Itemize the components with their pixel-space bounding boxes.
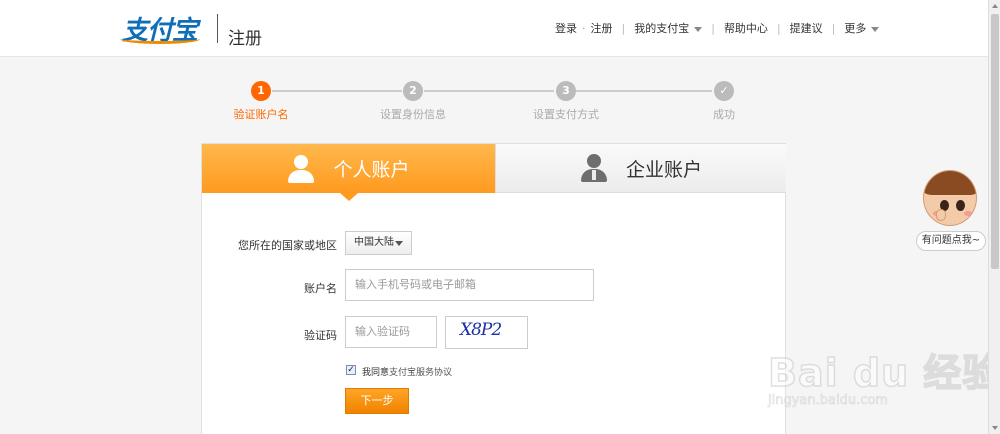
- watermark-main-text: Bai du 经验: [767, 350, 1000, 396]
- help-avatar-icon: [923, 170, 977, 226]
- agreement-link[interactable]: 支付宝服务协议: [389, 368, 452, 378]
- alipay-logo[interactable]: 支付宝: [120, 12, 200, 46]
- country-select-value: 中国大陆: [354, 237, 394, 248]
- captcha-image-text: X8P2: [460, 320, 502, 340]
- nav-separator: |: [621, 21, 626, 35]
- chevron-down-icon: [694, 26, 703, 32]
- step-connector: [272, 90, 402, 92]
- nav-my-alipay-menu[interactable]: 我的支付宝: [634, 20, 703, 36]
- logo-divider: [217, 14, 218, 43]
- chevron-down-icon: [871, 26, 880, 32]
- agree-prefix: 我同意: [362, 368, 390, 378]
- page-title: 注册: [228, 29, 262, 49]
- nav-separator: |: [831, 21, 836, 35]
- nav-separator: |: [776, 21, 781, 35]
- step-2-label: 设置身份信息: [380, 108, 446, 121]
- account-label: 账户名: [304, 282, 337, 295]
- nav-register-link[interactable]: 注册: [591, 20, 613, 36]
- progress-steps: 1 2 3 ✓ 验证账户名 设置身份信息 设置支付方式 成功: [0, 78, 1000, 128]
- active-tab-pointer: [340, 193, 358, 201]
- top-nav: 登录 · 注册 | 我的支付宝 | 帮助中心 | 提建议 | 更多: [555, 20, 880, 36]
- nav-suggest-link[interactable]: 提建议: [790, 20, 823, 36]
- tab-personal-account[interactable]: 个人账户: [202, 144, 495, 193]
- step-1-circle: 1: [251, 81, 271, 101]
- agree-text: 我同意支付宝服务协议: [362, 365, 452, 378]
- step-1-label: 验证账户名: [233, 108, 289, 121]
- vertical-scrollbar[interactable]: [988, 0, 1000, 434]
- nav-more-menu[interactable]: 更多: [844, 20, 880, 36]
- tab-company-label: 企业账户: [625, 158, 702, 181]
- step-2-circle: 2: [403, 81, 423, 101]
- captcha-label: 验证码: [304, 329, 337, 342]
- country-select[interactable]: 中国大陆: [345, 231, 412, 255]
- tab-personal-label: 个人账户: [333, 159, 410, 181]
- step-connector: [424, 90, 554, 92]
- nav-help-center-link[interactable]: 帮助中心: [724, 20, 768, 36]
- nav-more-label: 更多: [844, 22, 867, 35]
- baidu-jingyan-watermark: Bai du 经验 jingyan.baidu.com: [767, 330, 1000, 420]
- nav-login-link[interactable]: 登录: [555, 20, 577, 36]
- step-3-circle: 3: [556, 81, 576, 101]
- next-step-button[interactable]: 下一步: [345, 388, 409, 414]
- account-input[interactable]: 输入手机号码或电子邮箱: [345, 269, 594, 301]
- watermark-sub-text: jingyan.baidu.com: [768, 393, 889, 409]
- tab-company-account[interactable]: 企业账户: [495, 144, 786, 193]
- nav-my-alipay-label: 我的支付宝: [634, 22, 690, 35]
- step-4-label: 成功: [713, 108, 735, 121]
- scroll-up-icon[interactable]: [992, 4, 998, 8]
- captcha-input[interactable]: 输入验证码: [345, 316, 437, 348]
- step-3-label: 设置支付方式: [533, 108, 599, 121]
- chevron-down-icon: [395, 241, 403, 246]
- nav-dot-separator: ·: [582, 21, 586, 35]
- business-person-icon: [580, 154, 608, 182]
- step-connector: [576, 90, 712, 92]
- scrollbar-thumb[interactable]: [991, 14, 999, 269]
- top-header: 支付宝 注册 登录 · 注册 | 我的支付宝 | 帮助中心 | 提建议 | 更多: [0, 0, 988, 57]
- help-bubble-text: 有问题点我~: [916, 231, 986, 251]
- scroll-down-icon[interactable]: [992, 426, 998, 430]
- person-icon: [287, 154, 315, 183]
- step-4-circle: ✓: [714, 81, 734, 101]
- captcha-image[interactable]: X8P2: [445, 316, 528, 349]
- help-widget[interactable]: 有问题点我~: [916, 170, 986, 254]
- country-label: 您所在的国家或地区: [238, 239, 337, 252]
- agree-checkbox[interactable]: ✓: [346, 365, 356, 375]
- nav-separator: |: [711, 21, 715, 35]
- logo-swoosh-icon: [120, 34, 200, 44]
